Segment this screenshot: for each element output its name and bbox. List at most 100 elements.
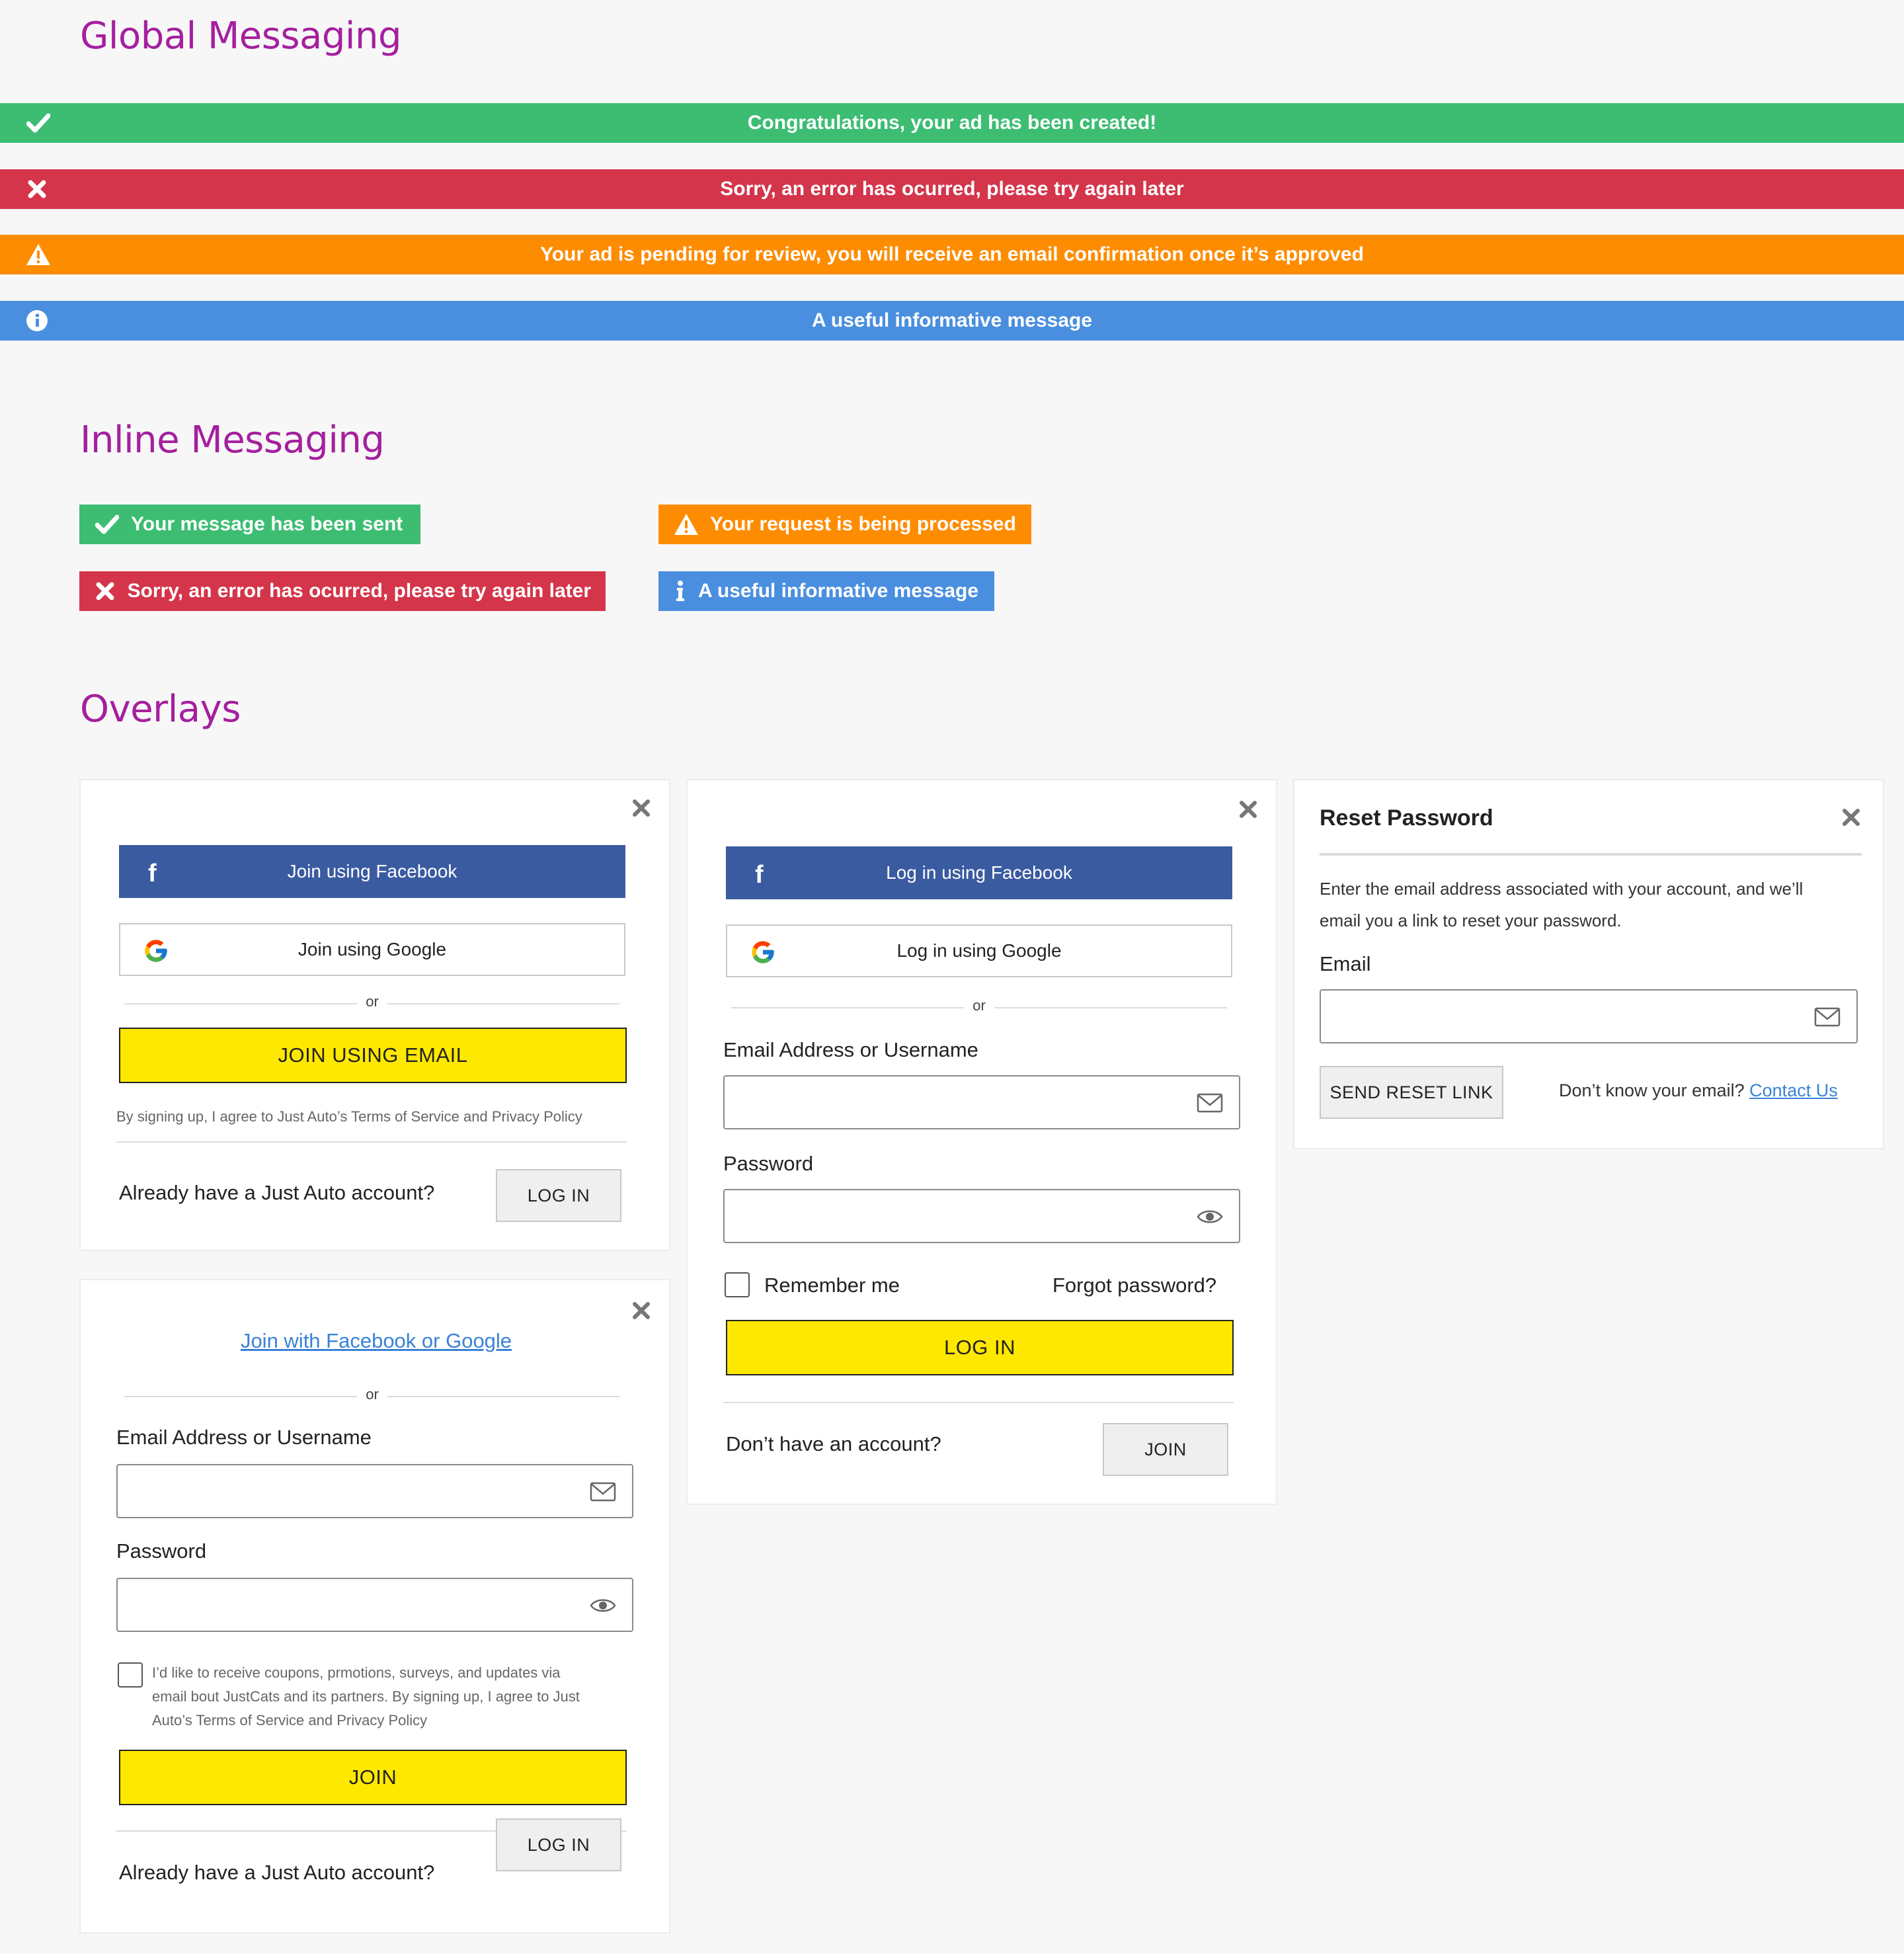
close-icon[interactable] <box>632 799 651 817</box>
no-account-text: Don’t have an account? <box>726 1432 941 1455</box>
description-line: Enter the email address associated with … <box>1320 879 1804 899</box>
contact-row: Don’t know your email? Contact Us <box>1559 1080 1838 1101</box>
join-button[interactable]: JOIN <box>119 1750 627 1805</box>
or-label: or <box>366 993 379 1010</box>
email-field[interactable] <box>116 1464 633 1518</box>
envelope-icon <box>590 1481 616 1502</box>
warning-icon <box>673 512 699 536</box>
consent-checkbox[interactable] <box>118 1662 143 1688</box>
envelope-icon <box>1814 1006 1841 1028</box>
contact-us-link[interactable]: Contact Us <box>1749 1080 1838 1100</box>
email-field[interactable] <box>723 1075 1240 1129</box>
info-icon <box>24 309 50 333</box>
x-icon <box>94 579 117 603</box>
reset-email-field[interactable] <box>1320 989 1858 1043</box>
global-warning-text: Your ad is pending for review, you will … <box>540 243 1364 265</box>
warning-icon <box>25 243 52 266</box>
consent-text: I’d like to receive coupons, prmotions, … <box>152 1661 580 1732</box>
inline-error-text: Sorry, an error has ocurred, please try … <box>127 580 591 602</box>
password-field[interactable] <box>116 1578 633 1632</box>
login-facebook-button[interactable]: f Log in using Facebook <box>726 846 1232 899</box>
facebook-icon: f <box>755 861 764 889</box>
login-google-button[interactable]: Log in using Google <box>726 924 1232 977</box>
send-reset-link-button[interactable]: SEND RESET LINK <box>1320 1066 1503 1119</box>
join-overlay: f Join using Facebook Join using Google … <box>79 779 670 1251</box>
password-label: Password <box>723 1152 814 1175</box>
facebook-icon: f <box>148 860 157 887</box>
join-email-button[interactable]: JOIN USING EMAIL <box>119 1028 627 1083</box>
forgot-password-link[interactable]: Forgot password? <box>1052 1274 1216 1297</box>
inline-warning-text: Your request is being processed <box>710 513 1016 535</box>
google-icon <box>750 939 776 965</box>
overlays-heading: Overlays <box>80 688 241 731</box>
check-icon <box>94 512 120 536</box>
email-label: Email Address or Username <box>723 1038 978 1061</box>
close-icon[interactable] <box>632 1301 651 1320</box>
inline-info-message: A useful informative message <box>658 571 994 611</box>
close-icon[interactable] <box>1842 808 1860 827</box>
password-field[interactable] <box>723 1189 1240 1243</box>
password-label: Password <box>116 1539 207 1563</box>
login-label: LOG IN <box>527 1185 590 1205</box>
login-submit-label: LOG IN <box>943 1336 1016 1359</box>
reset-description: Enter the email address associated with … <box>1320 873 1803 936</box>
inline-warning-message: Your request is being processed <box>658 505 1031 544</box>
or-divider: or <box>124 993 620 1013</box>
join-facebook-button[interactable]: f Join using Facebook <box>119 845 625 898</box>
remember-label: Remember me <box>764 1274 900 1297</box>
already-account-text: Already have a Just Auto account? <box>119 1861 435 1884</box>
card-divider <box>723 1402 1234 1403</box>
envelope-icon <box>1197 1092 1223 1114</box>
login-button[interactable]: LOG IN <box>496 1169 621 1222</box>
info-icon <box>673 579 688 603</box>
global-success-text: Congratulations, your ad has been create… <box>747 112 1157 134</box>
login-submit-button[interactable]: LOG IN <box>726 1320 1234 1375</box>
email-label: Email <box>1320 952 1371 975</box>
description-line: email you a link to reset your password. <box>1320 911 1622 930</box>
x-icon <box>24 177 50 201</box>
global-info-banner: A useful informative message <box>0 301 1904 341</box>
join-social-link[interactable]: Join with Facebook or Google <box>81 1329 672 1353</box>
eye-icon <box>1197 1206 1223 1227</box>
global-info-text: A useful informative message <box>811 309 1093 331</box>
or-divider: or <box>731 997 1227 1017</box>
login-label: LOG IN <box>527 1834 590 1855</box>
inline-error-message: Sorry, an error has ocurred, please try … <box>79 571 606 611</box>
login-facebook-label: Log in using Facebook <box>886 862 1072 883</box>
join-button[interactable]: JOIN <box>1103 1423 1228 1476</box>
reset-password-overlay: Reset Password Enter the email address a… <box>1293 779 1884 1149</box>
global-error-text: Sorry, an error has ocurred, please try … <box>720 178 1184 200</box>
terms-text: By signing up, I agree to Just Auto’s Te… <box>116 1108 582 1125</box>
login-overlay: f Log in using Facebook Log in using Goo… <box>686 779 1277 1505</box>
send-reset-label: SEND RESET LINK <box>1329 1082 1493 1102</box>
check-icon <box>25 111 52 135</box>
google-icon <box>143 938 169 964</box>
email-label: Email Address or Username <box>116 1426 372 1449</box>
consent-line: I’d like to receive coupons, prmotions, … <box>152 1664 561 1681</box>
join-facebook-label: Join using Facebook <box>287 861 457 881</box>
already-account-text: Already have a Just Auto account? <box>119 1181 435 1204</box>
global-error-banner: Sorry, an error has ocurred, please try … <box>0 169 1904 209</box>
or-label: or <box>366 1386 379 1403</box>
global-success-banner: Congratulations, your ad has been create… <box>0 103 1904 143</box>
close-icon[interactable] <box>1239 800 1257 819</box>
join-google-label: Join using Google <box>298 939 447 959</box>
join-google-button[interactable]: Join using Google <box>119 923 625 976</box>
title-divider <box>1320 853 1862 856</box>
login-google-label: Log in using Google <box>896 940 1062 961</box>
global-warning-banner: Your ad is pending for review, you will … <box>0 235 1904 274</box>
or-divider: or <box>124 1386 620 1406</box>
card-divider <box>116 1141 627 1143</box>
login-button[interactable]: LOG IN <box>496 1818 621 1871</box>
remember-checkbox[interactable] <box>725 1272 750 1297</box>
consent-line: Auto’s Terms of Service and Privacy Poli… <box>152 1712 428 1729</box>
eye-icon <box>590 1595 616 1616</box>
join-email-label: JOIN USING EMAIL <box>278 1043 468 1067</box>
reset-title: Reset Password <box>1320 805 1493 831</box>
join-label: JOIN <box>1144 1439 1187 1459</box>
inline-messaging-heading: Inline Messaging <box>80 419 385 462</box>
consent-line: email bout JustCats and its partners. By… <box>152 1688 580 1705</box>
inline-success-text: Your message has been sent <box>131 513 403 535</box>
join-email-overlay: Join with Facebook or Google or Email Ad… <box>79 1279 670 1934</box>
or-label: or <box>972 997 986 1014</box>
